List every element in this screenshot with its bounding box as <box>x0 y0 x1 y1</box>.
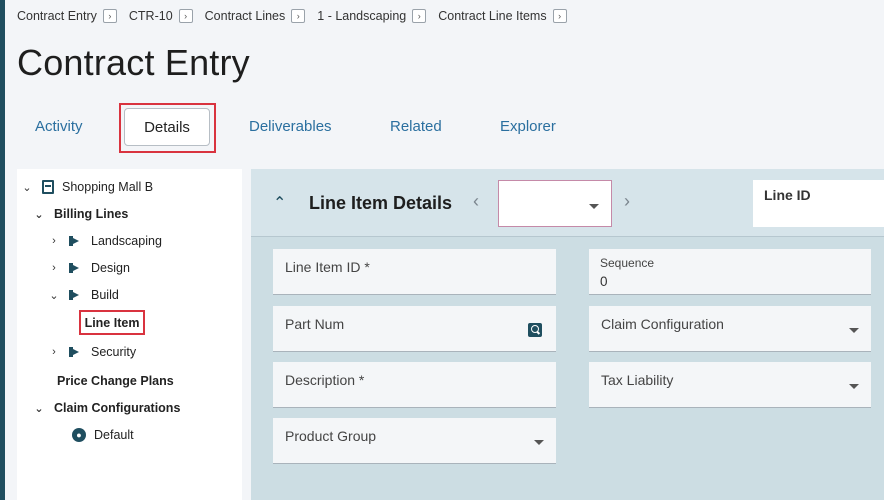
chevron-down-icon[interactable] <box>534 440 544 445</box>
chevron-right-icon[interactable]: › <box>102 9 117 23</box>
search-icon[interactable] <box>528 323 542 337</box>
chevron-down-icon[interactable]: ⌄ <box>32 208 46 221</box>
breadcrumb-item-ctr10[interactable]: CTR-10 › <box>129 9 193 23</box>
description-field[interactable]: Description * <box>273 362 556 408</box>
tree-node-landscaping[interactable]: › Landscaping <box>47 231 162 251</box>
tab-related[interactable]: Related <box>390 118 442 135</box>
tab-details-label: Details <box>144 118 190 136</box>
tree-node-billing-lines[interactable]: ⌄ Billing Lines <box>32 204 128 224</box>
breadcrumb-item-contract-entry[interactable]: Contract Entry › <box>17 9 117 23</box>
chevron-right-icon[interactable]: › <box>552 9 567 23</box>
page-title: Contract Entry <box>17 42 250 83</box>
line-tag-icon <box>69 263 79 273</box>
chevron-down-icon[interactable] <box>849 384 859 389</box>
breadcrumb-item-landscaping[interactable]: 1 - Landscaping › <box>317 9 427 23</box>
configuration-icon: ● <box>72 428 86 442</box>
record-selector[interactable] <box>498 180 612 227</box>
contract-book-icon <box>42 180 54 194</box>
tree-node-default[interactable]: ● Default <box>72 425 134 445</box>
sequence-field[interactable]: Sequence 0 <box>589 249 871 295</box>
details-title: Line Item Details <box>309 193 453 213</box>
tree-node-build[interactable]: ⌄ Build <box>47 285 118 305</box>
breadcrumb-item-contract-lines[interactable]: Contract Lines › <box>205 9 306 23</box>
chevron-right-icon[interactable]: › <box>412 9 427 23</box>
next-record-icon[interactable]: › <box>624 191 630 212</box>
details-header: ⌃ Line Item Details ‹ › Line ID <box>251 169 884 237</box>
tree-node-line-item[interactable]: Line Item <box>79 310 145 335</box>
part-num-field[interactable]: Part Num <box>273 306 556 352</box>
breadcrumb-item-contract-line-items[interactable]: Contract Line Items › <box>438 9 567 23</box>
line-tag-icon <box>69 236 79 246</box>
tree-panel: ⌄ Shopping Mall B ⌄ Billing Lines › Land… <box>17 169 242 500</box>
tab-activity[interactable]: Activity <box>35 118 83 135</box>
tree-node-security[interactable]: › Security <box>47 342 136 362</box>
tab-details[interactable]: Details <box>124 108 210 146</box>
tree-node-claim-configurations[interactable]: ⌄ Claim Configurations <box>32 398 180 418</box>
tax-liability-field[interactable]: Tax Liability <box>589 362 871 408</box>
left-accent-bar <box>0 0 5 500</box>
chevron-right-icon[interactable]: › <box>47 262 61 274</box>
chevron-right-icon[interactable]: › <box>47 346 61 358</box>
line-item-details-panel: ⌃ Line Item Details ‹ › Line ID Line Ite… <box>251 169 884 500</box>
chevron-down-icon <box>589 204 599 209</box>
tab-deliverables[interactable]: Deliverables <box>249 118 332 135</box>
tree-node-root[interactable]: ⌄ Shopping Mall B <box>20 177 153 197</box>
line-id-field[interactable]: Line ID <box>753 180 884 227</box>
chevron-right-icon[interactable]: › <box>291 9 306 23</box>
claim-configuration-field[interactable]: Claim Configuration <box>589 306 871 352</box>
line-tag-icon <box>69 290 79 300</box>
breadcrumb: Contract Entry › CTR-10 › Contract Lines… <box>17 6 579 26</box>
product-group-field[interactable]: Product Group <box>273 418 556 464</box>
chevron-down-icon[interactable]: ⌄ <box>47 289 61 302</box>
tab-explorer[interactable]: Explorer <box>500 118 556 135</box>
tree-node-design[interactable]: › Design <box>47 258 130 278</box>
line-tag-icon <box>69 347 79 357</box>
chevron-right-icon[interactable]: › <box>178 9 193 23</box>
chevron-up-icon[interactable]: ⌃ <box>273 193 286 213</box>
chevron-down-icon[interactable]: ⌄ <box>20 181 34 194</box>
chevron-down-icon[interactable] <box>849 328 859 333</box>
previous-record-icon[interactable]: ‹ <box>473 191 479 212</box>
line-item-id-field[interactable]: Line Item ID * <box>273 249 556 295</box>
tree-node-price-change-plans[interactable]: Price Change Plans <box>57 371 174 391</box>
chevron-right-icon[interactable]: › <box>47 235 61 247</box>
chevron-down-icon[interactable]: ⌄ <box>32 402 46 415</box>
tab-bar: Activity Details Deliverables Related Ex… <box>0 103 884 153</box>
